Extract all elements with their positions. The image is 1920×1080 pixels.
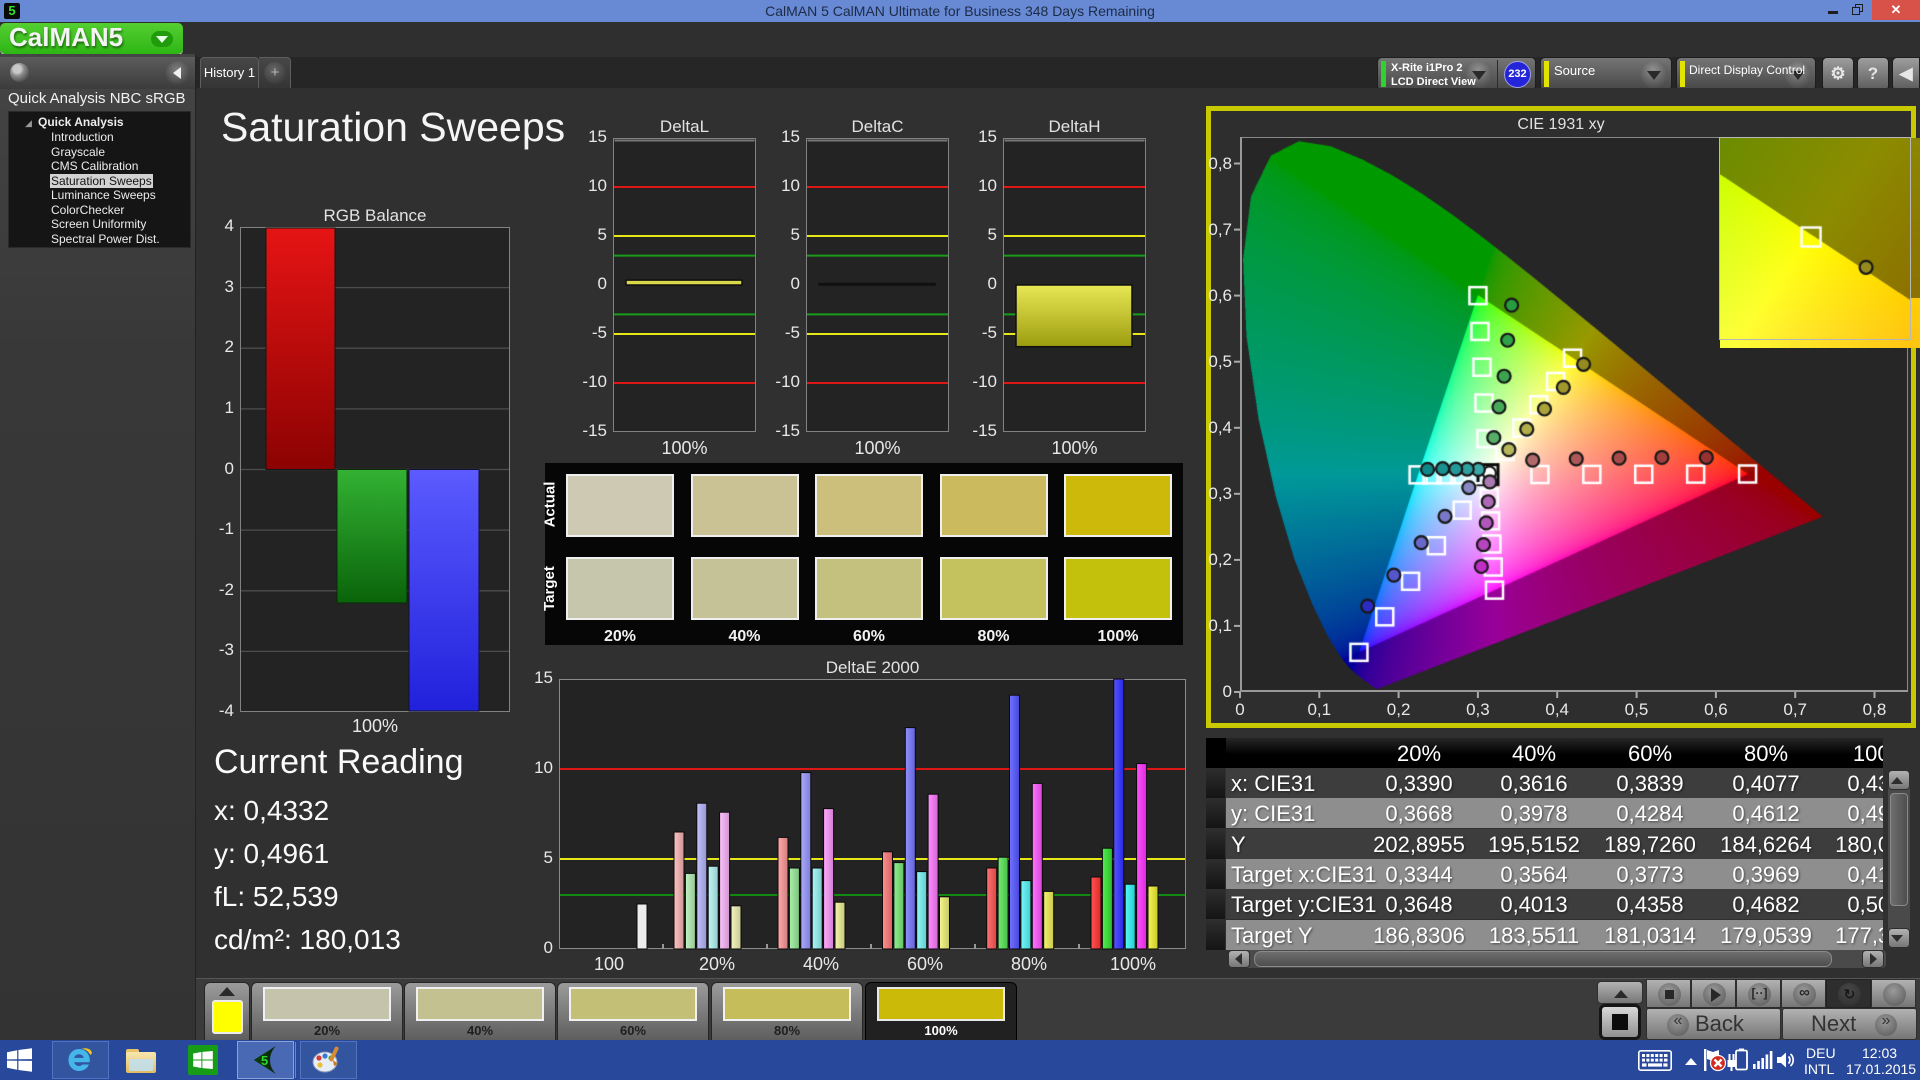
svg-text:5: 5	[261, 1053, 268, 1068]
